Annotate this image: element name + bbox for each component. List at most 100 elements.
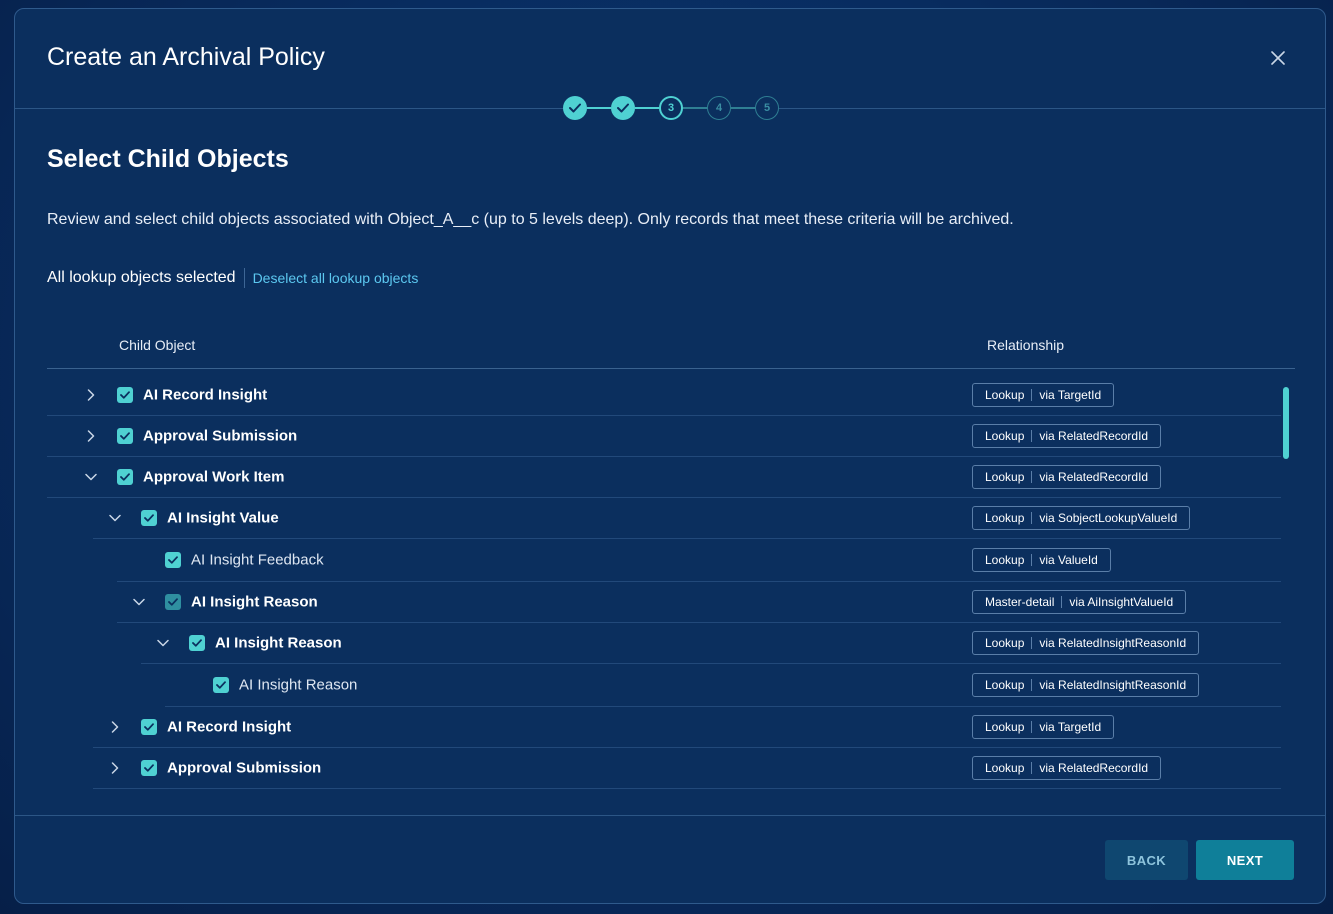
relationship-badge: Lookup via SobjectLookupValueId — [972, 506, 1191, 530]
relationship-field: via RelatedInsightReasonId — [1039, 636, 1187, 650]
section-title: Select Child Objects — [47, 145, 289, 173]
relationship-type: Lookup — [985, 388, 1025, 402]
row-label: AI Insight Reason — [215, 634, 342, 652]
relationship-badge: Master-detail via AiInsightValueId — [972, 590, 1187, 614]
table-row[interactable]: AI Insight Reason Master-detail via AiInsi… — [117, 582, 1281, 623]
step-connector — [587, 107, 611, 109]
step-4[interactable]: 4 — [707, 96, 731, 120]
back-button[interactable]: BACK — [1105, 840, 1188, 880]
row-checkbox[interactable] — [141, 719, 157, 735]
relationship-field: via AiInsightValueId — [1069, 595, 1174, 609]
child-object-tree: AI Record Insight Lookup via TargetId Appro… — [47, 375, 1281, 795]
table-row[interactable]: AI Record Insight Lookup via TargetId — [47, 375, 1281, 416]
table-header: Child Object Relationship — [47, 331, 1295, 369]
badge-divider — [1031, 762, 1033, 774]
progress-stepper: 3 4 5 — [563, 95, 779, 121]
chevron-right-icon[interactable] — [83, 387, 99, 403]
relationship-field: via ValueId — [1039, 553, 1098, 567]
relationship-field: via RelatedInsightReasonId — [1039, 678, 1187, 692]
row-label: AI Record Insight — [167, 718, 292, 736]
check-icon — [168, 556, 178, 564]
row-checkbox[interactable] — [117, 387, 133, 403]
chevron-right-icon[interactable] — [83, 428, 99, 444]
relationship-badge: Lookup via RelatedRecordId — [972, 424, 1162, 448]
dialog-title: Create an Archival Policy — [47, 43, 325, 71]
chevron-right-icon[interactable] — [107, 719, 123, 735]
relationship-type: Master-detail — [985, 595, 1055, 609]
chevron-down-icon[interactable] — [131, 594, 147, 610]
table-row[interactable]: Approval Work Item Lookup via RelatedRecor… — [47, 457, 1281, 498]
relationship-badge: Lookup via RelatedRecordId — [972, 756, 1162, 780]
badge-divider — [1061, 596, 1063, 608]
close-button[interactable] — [1267, 47, 1289, 69]
row-label: Approval Work Item — [143, 468, 285, 486]
row-checkbox[interactable] — [189, 635, 205, 651]
step-connector — [635, 107, 659, 109]
relationship-field: via SobjectLookupValueId — [1039, 511, 1178, 525]
relationship-type: Lookup — [985, 720, 1025, 734]
relationship-badge: Lookup via TargetId — [972, 383, 1115, 407]
step-2[interactable] — [611, 96, 635, 120]
row-checkbox[interactable] — [165, 594, 181, 610]
badge-divider — [1031, 512, 1033, 524]
chevron-down-icon[interactable] — [83, 469, 99, 485]
row-label: AI Insight Value — [167, 509, 279, 527]
check-icon — [216, 681, 226, 689]
table-row[interactable]: AI Insight Feedback Lookup via ValueId — [117, 539, 1281, 582]
deselect-all-link[interactable]: Deselect all lookup objects — [253, 270, 419, 286]
divider — [243, 268, 245, 288]
lookup-status-bar: All lookup objects selected Deselect all… — [47, 268, 418, 288]
row-checkbox[interactable] — [117, 469, 133, 485]
relationship-field: via RelatedRecordId — [1039, 761, 1149, 775]
relationship-type: Lookup — [985, 553, 1025, 567]
archival-policy-dialog: Create an Archival Policy 3 4 5 Select C… — [14, 8, 1326, 904]
chevron-down-icon[interactable] — [155, 635, 171, 651]
relationship-type: Lookup — [985, 511, 1025, 525]
check-icon — [144, 723, 154, 731]
check-icon — [144, 514, 154, 522]
chevron-down-icon[interactable] — [107, 510, 123, 526]
relationship-badge: Lookup via ValueId — [972, 548, 1111, 572]
badge-divider — [1031, 554, 1033, 566]
dialog-header: Create an Archival Policy — [15, 9, 1325, 109]
relationship-badge: Lookup via RelatedInsightReasonId — [972, 631, 1200, 655]
relationship-type: Lookup — [985, 429, 1025, 443]
step-5[interactable]: 5 — [755, 96, 779, 120]
row-checkbox[interactable] — [141, 760, 157, 776]
relationship-type: Lookup — [985, 636, 1025, 650]
row-label: AI Insight Reason — [239, 676, 358, 694]
table-scrollbar[interactable] — [1283, 387, 1289, 459]
close-icon — [1271, 51, 1285, 65]
step-3[interactable]: 3 — [659, 96, 683, 120]
relationship-badge: Lookup via RelatedRecordId — [972, 465, 1162, 489]
row-checkbox[interactable] — [213, 677, 229, 693]
badge-divider — [1031, 471, 1033, 483]
table-row[interactable]: Approval Submission Lookup via RelatedReco… — [93, 748, 1281, 789]
step-connector — [683, 107, 707, 109]
check-icon — [120, 391, 130, 399]
relationship-field: via RelatedRecordId — [1039, 470, 1149, 484]
row-label: Approval Submission — [143, 427, 298, 445]
table-row[interactable]: AI Insight Value Lookup via SobjectLookupV… — [93, 498, 1281, 539]
next-button[interactable]: NEXT — [1196, 840, 1294, 880]
badge-divider — [1031, 430, 1033, 442]
relationship-field: via TargetId — [1039, 388, 1102, 402]
relationship-type: Lookup — [985, 470, 1025, 484]
row-label: AI Insight Feedback — [191, 551, 324, 569]
table-row[interactable]: AI Insight Reason Lookup via RelatedInsigh… — [141, 623, 1281, 664]
step-1[interactable] — [563, 96, 587, 120]
table-row[interactable]: AI Insight Reason Lookup via RelatedInsigh… — [165, 664, 1281, 707]
relationship-badge: Lookup via TargetId — [972, 715, 1115, 739]
check-icon — [569, 103, 581, 113]
relationship-field: via TargetId — [1039, 720, 1102, 734]
lookup-status-text: All lookup objects selected — [47, 269, 236, 286]
relationship-field: via RelatedRecordId — [1039, 429, 1149, 443]
table-row[interactable]: Approval Submission Lookup via RelatedReco… — [47, 416, 1281, 457]
table-row[interactable]: AI Record Insight Lookup via TargetId — [93, 707, 1281, 748]
row-checkbox[interactable] — [141, 510, 157, 526]
relationship-type: Lookup — [985, 678, 1025, 692]
check-icon — [144, 764, 154, 772]
chevron-right-icon[interactable] — [107, 760, 123, 776]
row-checkbox[interactable] — [165, 552, 181, 568]
row-checkbox[interactable] — [117, 428, 133, 444]
